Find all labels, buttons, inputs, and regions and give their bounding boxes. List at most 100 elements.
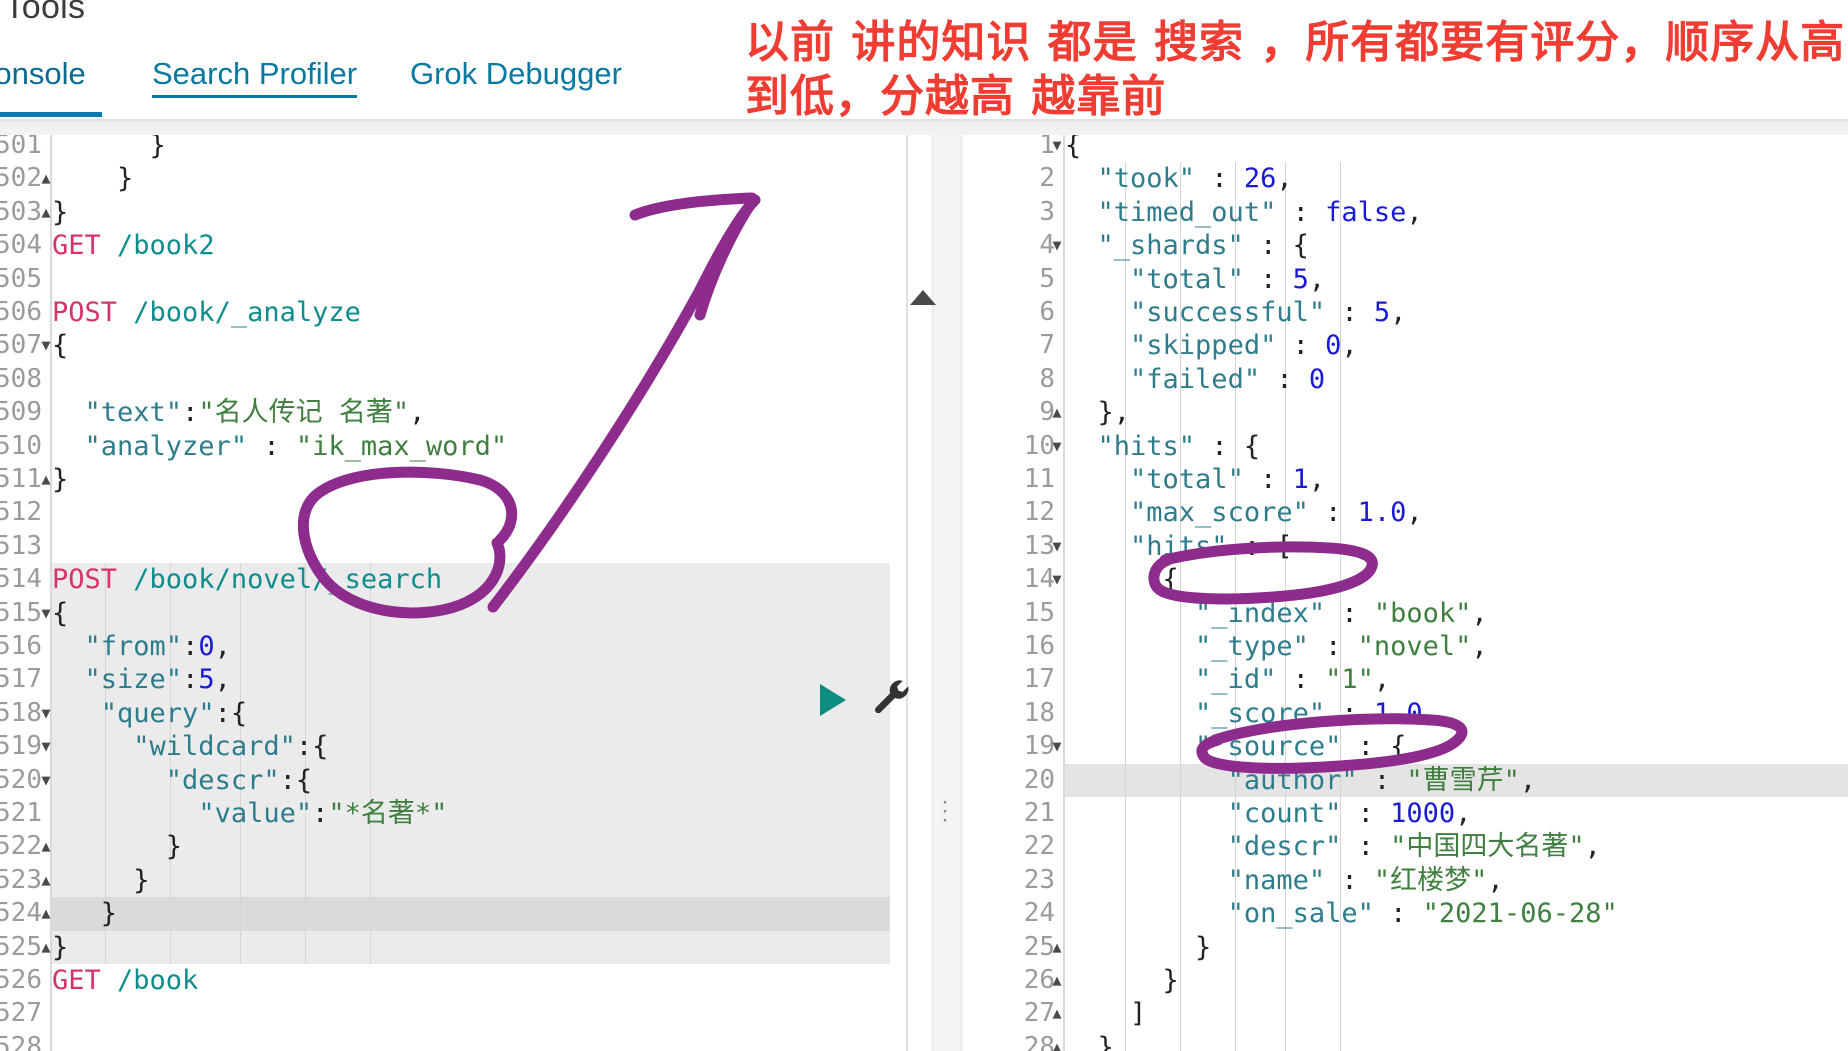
fold-down-icon[interactable]: ▼ xyxy=(1047,730,1067,763)
code-line[interactable]: "from":0, xyxy=(52,630,908,663)
fold-down-icon[interactable]: ▼ xyxy=(1047,229,1067,262)
code-line[interactable]: "hits" : { xyxy=(1065,430,1848,463)
fold-up-icon[interactable]: ▲ xyxy=(1047,1031,1067,1051)
code-token: : xyxy=(1276,196,1326,228)
code-line[interactable]: } xyxy=(1065,964,1848,997)
code-line[interactable] xyxy=(52,496,908,529)
fold-up-icon[interactable]: ▲ xyxy=(1047,997,1067,1030)
code-line[interactable]: "hits" : [ xyxy=(1065,530,1848,563)
fold-down-icon[interactable]: ▼ xyxy=(1047,530,1067,563)
code-token: { xyxy=(52,330,69,362)
request-code-area[interactable]: } }} GET /book2 POST /book/_analyze{ "text… xyxy=(52,135,908,1051)
code-token: ] xyxy=(1065,998,1147,1030)
code-line[interactable]: } xyxy=(52,135,908,162)
code-line[interactable]: } xyxy=(1065,931,1848,964)
request-line-number-gutter[interactable]: 501 502 ▲ 503 ▲ 504 505 506 507 ▼ 508 509 510 511 ▲ 512… xyxy=(0,135,52,1051)
response-code-area[interactable]: { "took" : 26, "timed_out" : false, "_sh… xyxy=(1065,135,1848,1051)
play-icon[interactable] xyxy=(820,684,846,716)
code-line[interactable]: "max_score" : 1.0, xyxy=(1065,496,1848,529)
response-line-number-gutter[interactable]: 1 ▼ 2 3 4 ▼ 5 6 7 8 9 ▲ 10 ▼ 11 12 13 ▼ 14 ▼ 15 16 17 18 19 ▼ 20 21… xyxy=(985,135,1065,1051)
code-line[interactable]: "_source" : { xyxy=(1065,730,1848,763)
code-line[interactable]: { xyxy=(52,329,908,362)
code-line[interactable]: "descr" : "中国四大名著", xyxy=(1065,830,1848,863)
code-token: } xyxy=(52,931,69,963)
code-line[interactable]: "took" : 26, xyxy=(1065,162,1848,195)
code-line[interactable]: "_index" : "book", xyxy=(1065,597,1848,630)
code-line[interactable]: "query":{ xyxy=(52,697,908,730)
request-editor-pane[interactable]: 501 502 ▲ 503 ▲ 504 505 506 507 ▼ 508 509 510 511 ▲ 512… xyxy=(0,135,908,1051)
code-line[interactable]: "successful" : 5, xyxy=(1065,296,1848,329)
code-line[interactable]: "on_sale" : "2021-06-28" xyxy=(1065,897,1848,930)
code-line[interactable]: { xyxy=(1065,563,1848,596)
code-line[interactable]: } xyxy=(1065,1031,1848,1051)
fold-down-icon[interactable]: ▼ xyxy=(1047,563,1067,596)
code-line[interactable]: "descr":{ xyxy=(52,764,908,797)
code-line[interactable]: "wildcard":{ xyxy=(52,730,908,763)
code-line[interactable]: } xyxy=(52,864,908,897)
code-line[interactable] xyxy=(52,1031,908,1051)
fold-up-icon[interactable]: ▲ xyxy=(1047,931,1067,964)
code-token: "on_sale" xyxy=(1227,898,1374,930)
code-line[interactable]: "analyzer" : "ik_max_word" xyxy=(52,430,908,463)
tab-search-profiler[interactable]: Search Profiler xyxy=(152,48,358,118)
code-token: "text" xyxy=(84,397,183,429)
code-line[interactable]: } xyxy=(52,196,908,229)
splitter-bar[interactable] xyxy=(932,135,962,1051)
code-line[interactable]: "author" : "曹雪芹", xyxy=(1065,764,1848,797)
fold-down-icon[interactable]: ▼ xyxy=(1047,135,1067,162)
tab-grok-debugger[interactable]: Grok Debugger xyxy=(410,48,622,118)
tab-console[interactable]: Console xyxy=(0,48,86,118)
code-token: /book2 xyxy=(100,230,215,262)
fold-up-icon[interactable]: ▲ xyxy=(1047,396,1067,429)
code-line[interactable]: "skipped" : 0, xyxy=(1065,329,1848,362)
code-token: } xyxy=(1065,931,1212,963)
code-line[interactable] xyxy=(52,263,908,296)
code-line[interactable]: "_type" : "novel", xyxy=(1065,630,1848,663)
response-viewer-pane[interactable]: 1 ▼ 2 3 4 ▼ 5 6 7 8 9 ▲ 10 ▼ 11 12 13 ▼ 14 ▼ 15 16 17 18 19 ▼ 20 21… xyxy=(985,135,1848,1051)
code-line[interactable] xyxy=(52,363,908,396)
code-line[interactable]: "size":5, xyxy=(52,663,908,696)
code-line[interactable]: "timed_out" : false, xyxy=(1065,196,1848,229)
code-line[interactable]: ] xyxy=(1065,997,1848,1030)
fold-up-icon[interactable]: ▲ xyxy=(1047,964,1067,997)
code-line[interactable]: "total" : 5, xyxy=(1065,263,1848,296)
code-token: , xyxy=(1390,297,1407,328)
code-line[interactable]: GET /book xyxy=(52,964,908,997)
code-line[interactable]: } xyxy=(52,897,908,930)
code-line[interactable]: "failed" : 0 xyxy=(1065,363,1848,396)
code-line[interactable]: { xyxy=(1065,135,1848,162)
code-line[interactable]: GET /book2 xyxy=(52,229,908,262)
code-line[interactable] xyxy=(52,997,908,1030)
code-line[interactable]: "name" : "红楼梦", xyxy=(1065,864,1848,897)
code-line[interactable]: "_shards" : { xyxy=(1065,229,1848,262)
wrench-icon[interactable] xyxy=(872,677,912,717)
collapse-arrow-icon[interactable] xyxy=(910,290,936,305)
line-number: 2 xyxy=(1039,163,1055,194)
code-line[interactable]: POST /book/_analyze xyxy=(52,296,908,329)
code-line[interactable]: } xyxy=(52,931,908,964)
code-line[interactable]: "_id" : "1", xyxy=(1065,663,1848,696)
code-token: , xyxy=(1406,196,1423,228)
code-line[interactable]: "value":"*名著*" xyxy=(52,797,908,830)
pane-splitter[interactable]: · · · xyxy=(908,135,985,1051)
code-line[interactable] xyxy=(52,530,908,563)
code-line[interactable]: "_score" : 1.0, xyxy=(1065,697,1848,730)
code-line[interactable]: POST /book/novel/_search xyxy=(52,563,908,596)
code-line[interactable]: "text":"名人传记 名著", xyxy=(52,396,908,429)
code-token: 1000 xyxy=(1390,798,1456,829)
code-token: 0 xyxy=(1308,363,1326,395)
code-line[interactable]: } xyxy=(52,162,908,195)
code-line[interactable]: }, xyxy=(1065,396,1848,429)
fold-down-icon[interactable]: ▼ xyxy=(1047,430,1067,463)
code-line[interactable]: "count" : 1000, xyxy=(1065,797,1848,830)
drag-grip-icon[interactable]: · · · xyxy=(941,790,949,832)
code-line[interactable]: } xyxy=(52,830,908,863)
code-token: : xyxy=(1357,764,1407,796)
code-line[interactable]: } xyxy=(52,463,908,496)
code-line[interactable]: { xyxy=(52,597,908,630)
code-line[interactable]: "total" : 1, xyxy=(1065,463,1848,496)
code-token: "author" xyxy=(1227,764,1358,796)
